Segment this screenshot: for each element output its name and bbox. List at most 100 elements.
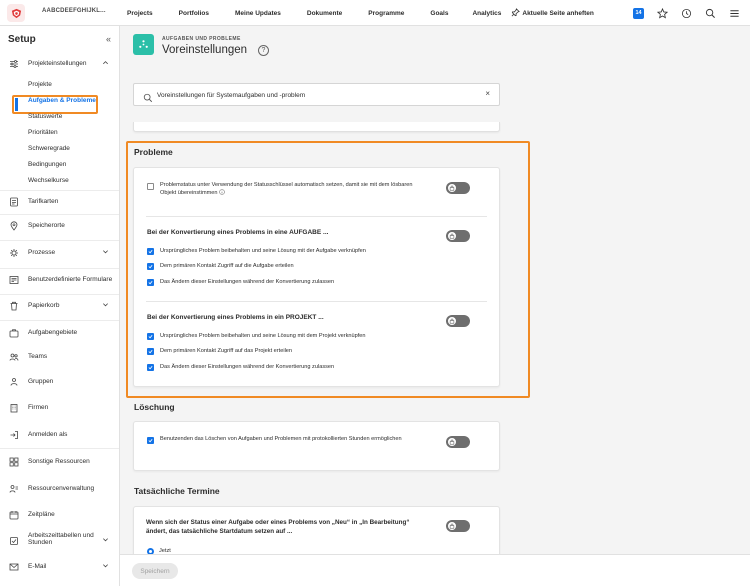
chevron-down-icon — [102, 536, 109, 545]
task-conversion-toggle[interactable] — [446, 230, 470, 242]
info-icon[interactable] — [219, 189, 225, 196]
sidebar-item-papierkorb[interactable]: Papierkorb — [0, 296, 119, 316]
project-allow-change-checkbox[interactable] — [147, 364, 154, 371]
teams-icon — [9, 352, 19, 362]
sidebar-sub-projekte[interactable]: Projekte — [28, 81, 52, 88]
sidebar-item-projekteinstellungen[interactable]: Projekteinstellungen — [0, 54, 119, 74]
sidebar-item-label: Teams — [28, 353, 48, 360]
collapse-sidebar-icon[interactable]: « — [106, 34, 111, 44]
sidebar-item-speicherorte[interactable]: Speicherorte — [0, 216, 119, 236]
project-keep-issue-checkbox[interactable] — [147, 333, 154, 340]
sidebar-item-label: Projekteinstellungen — [28, 60, 87, 67]
page-kicker: AUFGABEN UND PROBLEME — [162, 36, 241, 42]
task-allow-change-checkbox[interactable] — [147, 279, 154, 286]
sidebar-item-label: Tarifkarten — [28, 198, 59, 205]
sidebar-sub-bedingungen[interactable]: Bedingungen — [28, 161, 66, 168]
sidebar-sub-prioritaeten[interactable]: Prioritäten — [28, 129, 58, 136]
page-title: Voreinstellungen — [162, 44, 248, 56]
task-contact-access-checkbox[interactable] — [147, 263, 154, 270]
search-icon[interactable] — [705, 8, 716, 19]
groups-icon — [9, 377, 19, 387]
nav-meine-updates[interactable]: Meine Updates — [235, 10, 281, 17]
project-allow-change-label: Das Ändern dieser Einstellungen während … — [160, 364, 335, 370]
sidebar-item-email[interactable]: E-Mail — [0, 557, 119, 577]
company-icon — [9, 403, 19, 413]
project-conversion-toggle[interactable] — [446, 315, 470, 327]
nav-projects[interactable]: Projects — [127, 10, 153, 17]
sidebar-divider — [0, 190, 119, 191]
auto-status-checkbox[interactable] — [147, 183, 154, 190]
resources-icon — [9, 457, 19, 467]
chevron-down-icon — [102, 248, 109, 257]
tasks-issues-icon — [133, 34, 154, 55]
sidebar-divider — [0, 294, 119, 295]
sidebar-divider — [0, 268, 119, 269]
sidebar-item-tarifkarten[interactable]: Tarifkarten — [0, 192, 119, 212]
sidebar-item-anmelden-als[interactable]: Anmelden als — [0, 425, 119, 445]
main-content: AUFGABEN UND PROBLEME Voreinstellungen ?… — [120, 26, 750, 586]
sliders-icon — [9, 59, 19, 69]
sidebar-item-label: Firmen — [28, 404, 49, 411]
allow-delete-toggle[interactable] — [446, 436, 470, 448]
sidebar-item-formulare[interactable]: Benutzerdefinierte Formulare — [0, 270, 119, 290]
task-allow-change-label: Das Ändern dieser Einstellungen während … — [160, 279, 335, 285]
sidebar-sub-aufgaben-probleme[interactable]: Aufgaben & Probleme — [28, 97, 96, 104]
lock-icon — [447, 183, 457, 193]
pin-page-button[interactable]: Aktuelle Seite anheften — [511, 7, 594, 19]
sidebar-item-aufgabengebiete[interactable]: Aufgabengebiete — [0, 323, 119, 343]
sidebar-divider — [0, 214, 119, 215]
sidebar-item-label: Ressourcenverwaltung — [28, 485, 95, 492]
sidebar-divider — [0, 320, 119, 321]
sidebar-item-teams[interactable]: Teams — [0, 347, 119, 367]
nav-analytics[interactable]: Analytics — [472, 10, 501, 17]
nav-goals[interactable]: Goals — [430, 10, 448, 17]
auto-status-toggle[interactable] — [446, 182, 470, 194]
footer-bar: Speichern — [120, 554, 750, 586]
actual-start-toggle[interactable] — [446, 520, 470, 532]
sidebar-item-arbeitszeittabellen[interactable]: Arbeitszeittabellen und Stunden — [0, 528, 119, 554]
nav-portfolios[interactable]: Portfolios — [179, 10, 209, 17]
email-icon — [9, 562, 19, 572]
sidebar-sub-schweregrade[interactable]: Schweregrade — [28, 145, 70, 152]
nav-dokumente[interactable]: Dokumente — [307, 10, 342, 17]
sidebar-sub-wechselkurse[interactable]: Wechselkurse — [28, 177, 69, 184]
lock-icon — [447, 521, 457, 531]
sidebar-item-label: Gruppen — [28, 378, 54, 385]
sidebar-divider — [0, 448, 119, 449]
job-role-icon — [9, 328, 19, 338]
task-keep-issue-checkbox[interactable] — [147, 248, 154, 255]
star-icon[interactable] — [657, 7, 668, 19]
search-box: × — [133, 83, 500, 106]
sidebar-item-zeitplaene[interactable]: Zeitpläne — [0, 505, 119, 525]
schedule-icon — [9, 510, 19, 520]
task-contact-access-label: Dem primären Kontakt Zugriff auf die Auf… — [160, 263, 294, 269]
sidebar-item-ressourcenverwaltung[interactable]: Ressourcenverwaltung — [0, 479, 119, 499]
main-nav: Projects Portfolios Meine Updates Dokume… — [127, 0, 594, 26]
sidebar-item-sonstige-ressourcen[interactable]: Sonstige Ressourcen — [0, 452, 119, 472]
save-button[interactable]: Speichern — [132, 563, 178, 579]
project-conversion-title: Bei der Konvertierung eines Problems in … — [147, 314, 324, 321]
clear-search-icon[interactable]: × — [485, 89, 490, 98]
pin-icon — [511, 7, 521, 19]
menu-icon[interactable] — [729, 8, 740, 19]
task-conversion-title: Bei der Konvertierung eines Problems in … — [147, 229, 329, 236]
app-logo-icon[interactable] — [7, 4, 25, 22]
allow-delete-checkbox[interactable] — [147, 437, 154, 444]
lock-icon — [447, 231, 457, 241]
sidebar-item-label: Arbeitszeittabellen und Stunden — [28, 532, 94, 547]
location-icon — [9, 221, 19, 231]
company-name[interactable]: AABCDEEFGHIJKL... — [42, 8, 106, 14]
sidebar-item-gruppen[interactable]: Gruppen — [0, 372, 119, 392]
sidebar-item-prozesse[interactable]: Prozesse — [0, 243, 119, 263]
sidebar-item-firmen[interactable]: Firmen — [0, 398, 119, 418]
sidebar-item-label: Benutzerdefinierte Formulare — [28, 276, 113, 283]
sidebar-sub-statuswerte[interactable]: Statuswerte — [28, 113, 62, 120]
timesheet-icon — [9, 536, 19, 546]
search-input[interactable] — [157, 89, 477, 101]
notification-badge[interactable]: 14 — [633, 7, 644, 19]
project-contact-access-checkbox[interactable] — [147, 348, 154, 355]
history-icon[interactable] — [681, 8, 692, 19]
nav-programme[interactable]: Programme — [368, 10, 404, 17]
sidebar-item-label: Anmelden als — [28, 431, 68, 438]
help-icon[interactable]: ? — [258, 45, 269, 56]
